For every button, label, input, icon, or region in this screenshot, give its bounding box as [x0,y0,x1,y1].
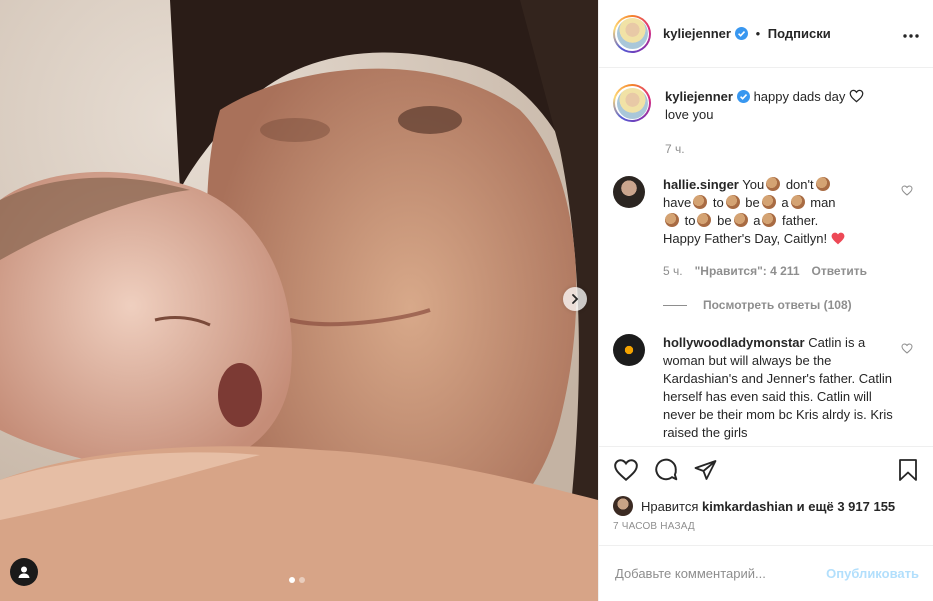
following-button[interactable]: Подписки [768,26,831,41]
heart-icon [614,458,638,481]
share-icon [694,459,717,480]
author-username[interactable]: kyliejenner [663,26,731,41]
user-tag-icon [18,566,30,578]
post-header: kyliejenner • Подписки [599,0,933,68]
author-avatar[interactable] [613,14,651,53]
verified-icon [736,90,750,103]
clap-emoji [733,213,748,227]
post-photo[interactable] [0,0,598,601]
header-separator: • [755,26,761,41]
like-button[interactable] [613,458,639,485]
next-slide-button[interactable] [563,287,587,311]
heart-outline-emoji [849,89,864,103]
carousel-indicator [289,577,305,583]
commenter-avatar[interactable] [613,176,645,208]
reply-button[interactable]: Ответить [812,262,867,280]
verified-icon [734,27,748,40]
red-heart-emoji [831,232,845,245]
clap-emoji [762,213,777,227]
clap-emoji [725,195,740,209]
publish-button[interactable]: Опубликовать [826,566,919,581]
post-modal: kyliejenner • Подписки kyliejenner happy… [0,0,933,601]
heart-icon [901,185,913,196]
clap-emoji [693,195,708,209]
post-sidebar: kyliejenner • Подписки kyliejenner happy… [598,0,933,601]
more-icon [903,34,919,38]
caption-username[interactable]: kyliejenner [665,89,733,104]
post-actions [599,447,933,495]
view-replies-button[interactable]: Посмотреть ответы (108) [663,298,919,312]
likes-summary: Нравится kimkardashian и ещё 3 917 155 [599,495,933,517]
comment-time: 5 ч. [663,264,683,278]
share-button[interactable] [693,458,718,485]
carousel-dot-active [289,577,295,583]
comment-item: hollywoodladymonstar Catlin is a woman b… [613,334,919,442]
liker-username[interactable]: kimkardashian [702,499,793,514]
commenter-username[interactable]: hallie.singer [663,177,739,192]
liker-avatar[interactable] [613,496,633,516]
comment-icon [655,458,678,480]
clap-emoji [815,177,830,191]
caption-time: 7 ч. [665,142,685,156]
comment-text: Catlin is a woman but will always be the… [663,335,893,440]
post-timestamp: 7 часов назад [613,521,695,532]
comment-input[interactable] [613,565,827,582]
clap-emoji [766,177,781,191]
more-options-button[interactable] [903,26,919,41]
comment-likes-count[interactable]: "Нравится": 4 211 [695,262,800,280]
caption-avatar[interactable] [613,84,651,122]
save-button[interactable] [897,458,919,485]
photo-image [0,0,598,601]
add-comment-form: Опубликовать [599,545,933,601]
like-comment-button[interactable] [901,184,913,199]
clap-emoji [665,213,679,227]
comment-button[interactable] [653,457,679,486]
bookmark-icon [899,458,917,481]
carousel-dot [299,577,305,583]
comment-text: Happy Father's Day, Caitlyn! [663,231,828,246]
heart-icon [901,343,913,354]
comments-list[interactable]: kyliejenner happy dads day love you 7 ч.… [599,68,933,447]
clap-emoji [697,213,712,227]
caption-text-line2: love you [665,107,714,122]
commenter-avatar[interactable] [613,334,645,366]
likes-count[interactable]: и ещё 3 917 155 [797,499,895,514]
commenter-username[interactable]: hollywoodladymonstar [663,335,805,350]
comment-item: hallie.singer You don't have to be a man… [613,176,919,280]
clap-emoji [790,195,805,209]
post-caption: kyliejenner happy dads day love you 7 ч. [613,84,919,158]
clap-emoji [761,195,776,209]
like-comment-button[interactable] [901,342,913,357]
tagged-users-button[interactable] [10,558,38,586]
chevron-right-icon [572,294,579,304]
caption-text: happy dads day [753,89,846,104]
